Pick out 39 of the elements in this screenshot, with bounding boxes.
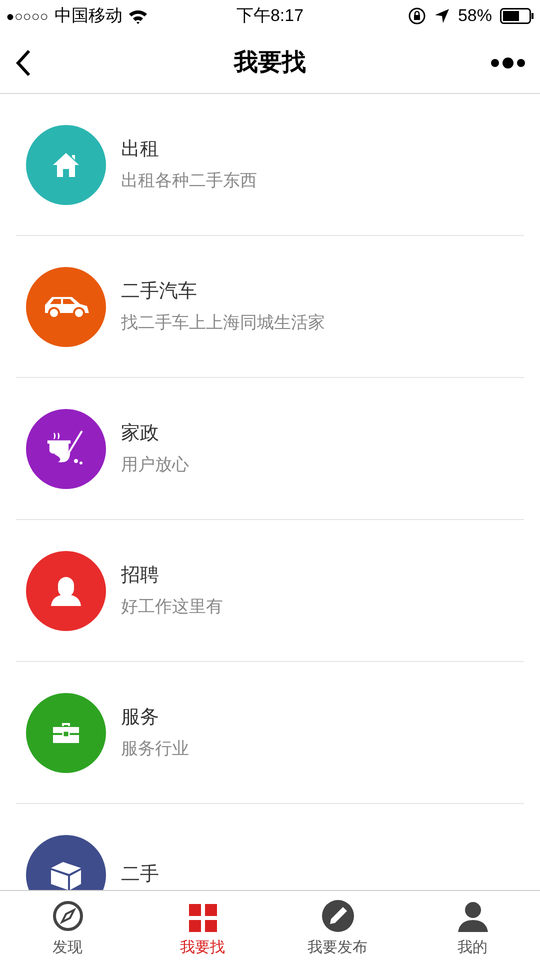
user-icon: [456, 900, 488, 932]
item-title: 出租: [121, 138, 160, 162]
item-subtitle: 出租各种二手东西: [121, 170, 257, 192]
battery-icon: [500, 8, 534, 24]
tab-item[interactable]: 我要发布: [270, 891, 405, 960]
pencil-icon: [322, 900, 354, 932]
house-icon: [52, 152, 80, 178]
item-title: 家政: [121, 422, 160, 446]
back-icon[interactable]: [14, 48, 32, 76]
item-subtitle: 用户放心: [121, 454, 189, 476]
compass-icon: [52, 900, 84, 932]
wifi-icon: [128, 8, 148, 24]
item-title: 二手: [121, 862, 159, 887]
person-icon: [50, 574, 82, 606]
carrier-name: 中国移动: [54, 5, 122, 28]
list-item[interactable]: 出租 出租各种二手东西: [16, 94, 524, 236]
list-item[interactable]: 二手汽车 找二手车上上海同城生活家: [16, 236, 524, 378]
clock-time: 下午8:17: [236, 5, 304, 28]
tab-item[interactable]: 我的: [405, 891, 540, 960]
item-subtitle: 服务行业: [121, 738, 189, 760]
list-item[interactable]: 服务 服务行业: [16, 662, 524, 804]
more-icon[interactable]: [490, 56, 526, 70]
item-title: 服务: [121, 706, 160, 730]
tab-item[interactable]: 我要找: [135, 891, 270, 960]
page-title: 我要找: [234, 48, 306, 78]
item-title: 二手汽车: [121, 280, 198, 304]
list-item[interactable]: 招聘 好工作这里有: [16, 520, 524, 662]
item-subtitle: 好工作这里有: [121, 596, 223, 618]
battery-percent: 58%: [458, 5, 492, 28]
grid-icon: [188, 904, 216, 932]
rotation-lock-icon: [408, 7, 426, 25]
car-icon: [42, 294, 90, 318]
briefcase-icon: [52, 722, 80, 744]
item-subtitle: 找二手车上上海同城生活家: [121, 312, 325, 334]
item-title: 招聘: [121, 564, 160, 588]
tab-item[interactable]: 发现: [0, 891, 135, 960]
location-arrow-icon: [434, 8, 450, 24]
signal-dots: ●○○○○: [6, 6, 48, 26]
list-item[interactable]: 家政 用户放心: [16, 378, 524, 520]
